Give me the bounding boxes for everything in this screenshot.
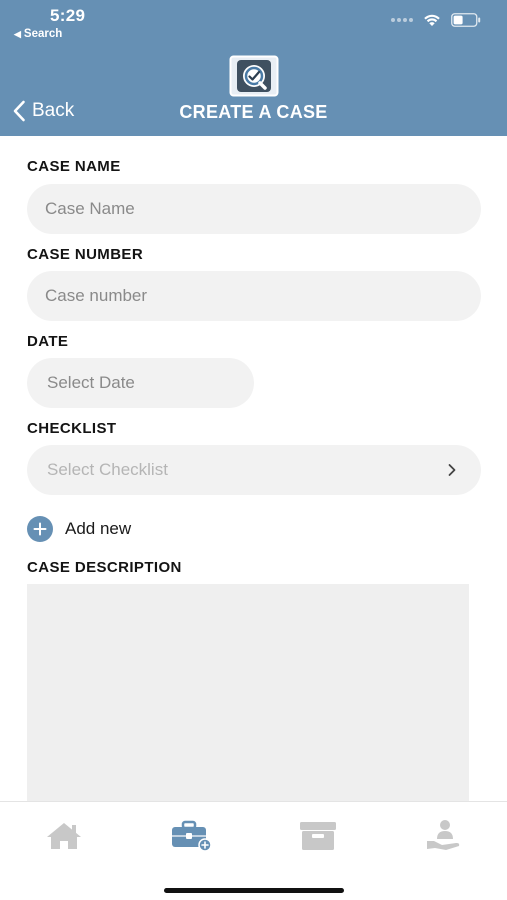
case-number-label: CASE NUMBER xyxy=(27,246,144,263)
add-new-label: Add new xyxy=(65,519,132,538)
tab-archive[interactable] xyxy=(293,816,343,856)
plus-icon xyxy=(27,516,53,542)
app-logo-icon xyxy=(229,55,279,97)
chevron-right-icon xyxy=(448,464,456,476)
tab-bar xyxy=(0,801,507,900)
home-indicator xyxy=(164,888,344,893)
wifi-icon xyxy=(423,13,441,27)
battery-icon xyxy=(451,13,481,27)
create-case-screen: 5:29 ◀ Search Back CREATE A CASE CASE NA… xyxy=(0,0,507,900)
signal-icon xyxy=(391,18,413,22)
date-placeholder: Select Date xyxy=(47,373,135,392)
archive-icon xyxy=(300,822,336,850)
add-new-checklist-button[interactable]: Add new xyxy=(27,516,131,542)
briefcase-add-icon xyxy=(172,820,212,852)
case-name-label: CASE NAME xyxy=(27,158,121,175)
tab-profile[interactable] xyxy=(419,816,469,856)
tab-home[interactable] xyxy=(39,816,89,856)
status-back-label: Search xyxy=(23,28,63,40)
case-description-label: CASE DESCRIPTION xyxy=(27,559,182,576)
checklist-select[interactable]: Select Checklist xyxy=(27,445,481,495)
tab-create-case[interactable] xyxy=(166,816,216,856)
person-hand-icon xyxy=(427,820,460,850)
case-name-input[interactable] xyxy=(27,184,481,234)
checklist-label: CHECKLIST xyxy=(27,420,117,437)
date-picker[interactable]: Select Date xyxy=(27,358,254,408)
status-indicators xyxy=(391,13,481,27)
case-number-input[interactable] xyxy=(27,271,481,321)
checklist-placeholder: Select Checklist xyxy=(47,460,168,479)
page-title: CREATE A CASE xyxy=(179,102,328,122)
date-label: DATE xyxy=(27,333,69,350)
status-back-to-search[interactable]: ◀ Search xyxy=(14,28,62,40)
case-description-input[interactable] xyxy=(27,584,469,802)
header: 5:29 ◀ Search Back CREATE A CASE xyxy=(0,0,507,136)
back-triangle-icon: ◀ xyxy=(14,29,21,39)
status-time: 5:29 xyxy=(50,6,86,25)
home-icon xyxy=(47,823,81,849)
